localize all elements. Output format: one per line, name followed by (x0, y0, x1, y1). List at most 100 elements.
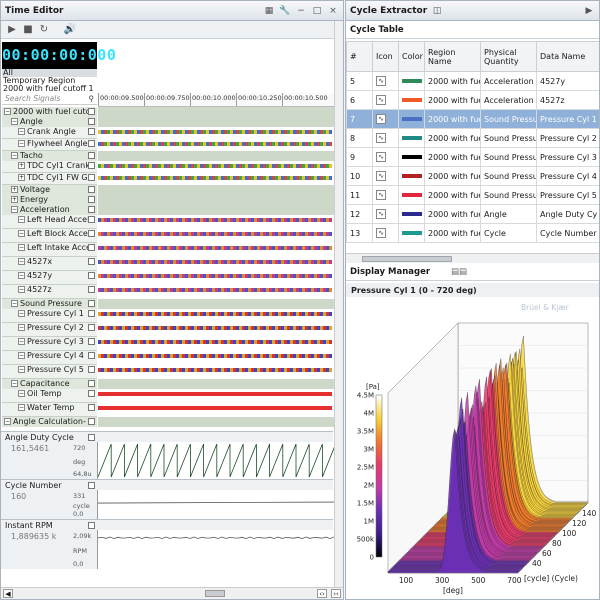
signal-tree-row[interactable]: + TDC Cyl1 Crank (2, 161, 97, 173)
minimize-icon[interactable]: − (295, 5, 307, 17)
signal-graph-icon[interactable] (88, 258, 95, 265)
collapse-icon[interactable]: − (4, 418, 11, 425)
row-color-cell[interactable] (398, 128, 425, 148)
run-icon[interactable]: ▶ (583, 5, 595, 17)
signal-tree-row[interactable]: − Water Temp (2, 403, 97, 417)
table-row[interactable]: 5 ∿ 2000 with fuel Acceleration 4527y (346, 71, 599, 91)
search-icon[interactable]: ⚲ (89, 93, 95, 105)
signal-strip[interactable] (98, 176, 334, 180)
signal-graph-icon[interactable] (88, 418, 95, 425)
chart-icon[interactable]: ∿ (376, 152, 386, 162)
color-swatch[interactable] (402, 98, 422, 102)
signal-strip[interactable] (98, 232, 334, 236)
collapse-icon[interactable]: − (11, 206, 18, 213)
signal-tree-row[interactable]: − Capacitance (2, 379, 97, 389)
row-icon-cell[interactable]: ∿ (372, 166, 399, 186)
signal-strip[interactable] (98, 326, 334, 330)
signal-strip[interactable] (98, 274, 334, 278)
column-header[interactable]: # (346, 41, 373, 72)
table-row[interactable]: 8∿ 2000 with fuelSound PressurePressure C… (346, 128, 599, 148)
signal-graph-icon[interactable] (88, 186, 95, 193)
signal-graph-icon[interactable] (88, 128, 95, 135)
signal-graph-icon[interactable] (88, 338, 95, 345)
signal-tree-row[interactable]: −4527x (2, 257, 97, 271)
chart-icon[interactable]: ∿ (376, 171, 386, 181)
zoom-out-button[interactable]: ‹› (317, 589, 327, 598)
table-row[interactable]: 6 ∿ 2000 with fuel Acceleration 4527z (346, 90, 599, 110)
signal-graph-icon[interactable] (88, 118, 95, 125)
collapse-icon[interactable]: − (18, 230, 25, 237)
big-signal-plot[interactable] (97, 442, 336, 479)
signal-graph-icon[interactable] (88, 482, 95, 489)
collapse-icon[interactable]: − (18, 272, 25, 279)
table-row[interactable]: 10∿ 2000 with fuelSound PressurePressure … (346, 166, 599, 186)
color-swatch[interactable] (402, 155, 422, 159)
signal-graph-icon[interactable] (88, 174, 95, 181)
wrench-icon[interactable]: 🔧 (279, 5, 291, 17)
signal-strip[interactable] (98, 368, 334, 372)
table-scroll-thumb[interactable] (362, 256, 452, 262)
color-swatch[interactable] (402, 212, 422, 216)
row-color-cell[interactable] (398, 204, 425, 224)
signal-tree-row[interactable]: − Angle Calculation- (2, 417, 97, 427)
signal-graph-icon[interactable] (88, 366, 95, 373)
row-color-cell[interactable] (398, 71, 425, 91)
collapse-icon[interactable]: − (18, 286, 25, 293)
expand-icon[interactable]: + (18, 162, 25, 169)
signal-tree-row[interactable]: − Crank Angle (2, 127, 97, 139)
chart-icon[interactable]: ∿ (376, 133, 386, 143)
signal-graph-icon[interactable] (88, 310, 95, 317)
expand-icon[interactable]: + (11, 186, 18, 193)
row-color-cell[interactable] (398, 185, 425, 205)
collapse-icon[interactable]: − (18, 258, 25, 265)
signal-tree-row[interactable]: + Energy (2, 195, 97, 205)
color-swatch[interactable] (402, 117, 422, 121)
table-row[interactable]: 7∿ 2000 with fuelSound PressurePressure C… (346, 109, 599, 129)
signal-tree-row[interactable]: − Angle (2, 117, 97, 127)
scroll-left-button[interactable]: ◀ (3, 589, 13, 598)
row-color-cell[interactable] (398, 147, 425, 167)
chart-icon[interactable]: ∿ (376, 95, 386, 105)
color-swatch[interactable] (402, 136, 422, 140)
color-swatch[interactable] (402, 79, 422, 83)
signal-tree-row[interactable]: − Oil Temp (2, 389, 97, 403)
region-item[interactable]: All (2, 69, 97, 77)
speaker-icon[interactable]: 🔊 (63, 23, 77, 37)
signal-strip[interactable] (98, 260, 334, 264)
signal-tree-row[interactable]: − Pressure Cyl 3 (2, 337, 97, 351)
row-icon-cell[interactable]: ∿ (372, 90, 399, 110)
signal-tree-row[interactable]: − Acceleration (2, 205, 97, 215)
row-icon-cell[interactable]: ∿ (372, 71, 399, 91)
column-header[interactable]: Region Name (424, 41, 481, 72)
stop-icon[interactable]: ■ (21, 23, 35, 37)
collapse-icon[interactable]: − (18, 366, 25, 373)
signal-graph-icon[interactable] (88, 522, 95, 529)
play-icon[interactable]: ▶ (5, 23, 19, 37)
close-icon[interactable]: × (327, 5, 339, 17)
collapse-icon[interactable]: − (18, 404, 25, 411)
signal-tree-row[interactable]: + TDC Cyl1 FW Gr (2, 173, 97, 185)
signal-graph-icon[interactable] (88, 196, 95, 203)
chart-icon[interactable]: ∿ (376, 76, 386, 86)
vertical-scrollbar[interactable] (334, 21, 343, 587)
signal-tree-row[interactable]: − Left Intake Accel (2, 243, 97, 257)
loop-icon[interactable]: ↻ (37, 23, 51, 37)
chart-icon[interactable]: ∿ (376, 114, 386, 124)
row-icon-cell[interactable]: ∿ (372, 223, 399, 243)
row-icon-cell[interactable]: ∿ (372, 204, 399, 224)
signal-graph-icon[interactable] (88, 324, 95, 331)
zoom-in-button[interactable]: ›‹ (331, 589, 341, 598)
column-header[interactable]: Icon (372, 41, 399, 72)
row-color-cell[interactable] (398, 166, 425, 186)
signal-graph-icon[interactable] (88, 390, 95, 397)
row-color-cell[interactable] (398, 90, 425, 110)
signal-tree-row[interactable]: − Left Block Accel (2, 229, 97, 243)
collapse-icon[interactable]: − (18, 310, 25, 317)
collapse-icon[interactable]: − (18, 390, 25, 397)
signal-graph-icon[interactable] (88, 272, 95, 279)
big-signal-plot[interactable] (97, 490, 335, 519)
signal-tree-row[interactable]: − Pressure Cyl 4 (2, 351, 97, 365)
signal-strip[interactable] (98, 142, 334, 146)
signal-tree-row[interactable]: − Pressure Cyl 1 (2, 309, 97, 323)
collapse-icon[interactable]: − (11, 380, 18, 387)
